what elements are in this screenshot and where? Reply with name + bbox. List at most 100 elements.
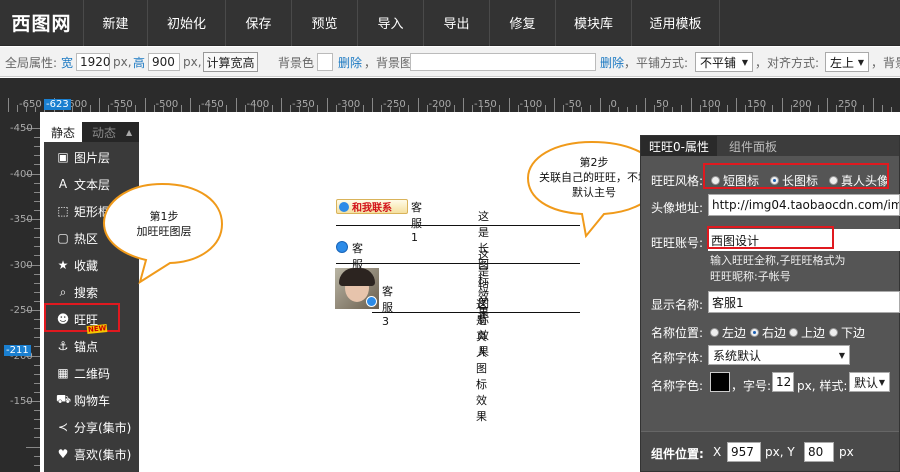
menu-initialize[interactable]: 初始化	[148, 0, 226, 46]
account-highlight-box	[707, 226, 834, 249]
ruler-tick	[34, 146, 40, 148]
radio-top[interactable]: 上边	[789, 324, 825, 341]
ruler-label: -150	[10, 396, 33, 407]
display-name-input[interactable]: 客服1	[708, 291, 900, 313]
ruler-tick	[153, 105, 155, 112]
delete-bg-image-link[interactable]: 删除	[600, 47, 624, 77]
align-select[interactable]: 左上 ▼	[825, 52, 869, 72]
ruler-tick	[590, 105, 592, 112]
align-select-value: 左上	[830, 55, 855, 70]
ruler-tick	[17, 105, 19, 112]
ruler-tick	[408, 105, 410, 112]
layer-item[interactable]: ♥ 喜欢(集市)	[44, 441, 139, 467]
radio-label: 右边	[762, 326, 787, 340]
ruler-label: -300	[337, 99, 361, 110]
menu-save[interactable]: 保存	[226, 0, 292, 46]
ruler-tick	[672, 107, 674, 112]
wangwang-short-icon[interactable]	[336, 241, 348, 253]
menu-preview[interactable]: 预览	[292, 0, 358, 46]
ruler-tick	[681, 105, 683, 112]
tab-component-panel[interactable]: 组件面板	[717, 138, 789, 155]
avatar-photo[interactable]	[335, 268, 379, 309]
ruler-tick	[290, 105, 292, 112]
layer-item[interactable]: ⌕ 搜索	[44, 279, 139, 305]
position-y-input[interactable]: 80	[804, 442, 834, 462]
horizontal-ruler[interactable]: -650 -600 -550 -500 -450 -400 -350 -300 -250 -200…	[0, 78, 900, 112]
top-menu-bar: 西图网 新建 初始化 保存 预览 导入 导出 修复 模块库 适用模板	[0, 0, 900, 46]
ruler-tick	[827, 98, 828, 112]
menu-new[interactable]: 新建	[84, 0, 148, 46]
layer-item-label: 热区	[74, 231, 99, 246]
ruler-tick	[544, 105, 546, 112]
x-unit-label: px, Y	[765, 445, 795, 459]
layer-item-label: 二维码	[74, 366, 111, 381]
ruler-label: 250	[838, 99, 858, 110]
wangwang-highlight-box	[44, 303, 120, 332]
menu-import[interactable]: 导入	[358, 0, 424, 46]
tab-wangwang-properties[interactable]: 旺旺0-属性	[641, 136, 717, 156]
layer-item-label: 分享(集市)	[74, 420, 132, 435]
width-input[interactable]: 1920	[76, 53, 111, 71]
position-x-input[interactable]: 957	[727, 442, 761, 462]
ruler-tick	[34, 209, 40, 211]
avatar-url-input[interactable]: http://img04.taobaocdn.com/im	[708, 194, 900, 216]
tile-select[interactable]: 不平铺 ▼	[695, 52, 753, 72]
layer-item-label: 喜欢(集市)	[74, 447, 132, 462]
bg-color-label: 背景色	[278, 55, 315, 70]
ruler-tick	[317, 105, 319, 112]
layer-item[interactable]: ⛟ 购物车	[44, 387, 139, 413]
ruler-position-marker: -623	[44, 99, 71, 110]
name-color-label: 名称字色:	[651, 379, 704, 393]
font-style-select[interactable]: 默认 ▼	[849, 372, 890, 392]
height-label: 高	[133, 55, 146, 70]
like-icon: ♥	[57, 447, 69, 461]
layer-item[interactable]: ▦ 二维码	[44, 360, 139, 386]
ruler-tick	[34, 191, 40, 193]
radio-right[interactable]: 右边	[750, 324, 786, 341]
name-color-swatch[interactable]	[710, 372, 730, 392]
ruler-tick	[463, 98, 464, 112]
height-input[interactable]: 900	[148, 53, 180, 71]
image-icon: ▣	[57, 150, 69, 164]
layer-item[interactable]: ▣ 图片层	[44, 144, 139, 170]
layer-item[interactable]: ≺ 分享(集市)	[44, 414, 139, 440]
ruler-tick	[34, 137, 40, 139]
ruler-tick	[34, 437, 40, 439]
font-size-input[interactable]: 12	[772, 372, 794, 392]
menu-export[interactable]: 导出	[424, 0, 490, 46]
ruler-tick	[836, 105, 838, 112]
menu-templates[interactable]: 适用模板	[632, 0, 720, 46]
ruler-tick	[645, 98, 646, 112]
calc-size-button[interactable]: 计算宽高	[203, 52, 258, 72]
menu-module-library[interactable]: 模块库	[556, 0, 632, 46]
ruler-tick	[499, 105, 501, 112]
ruler-tick	[863, 105, 865, 112]
font-select-value: 系统默认	[713, 348, 762, 363]
ruler-tick	[417, 98, 419, 112]
ruler-tick	[381, 105, 383, 112]
ruler-tick	[554, 98, 555, 112]
ruler-tick	[34, 419, 40, 421]
ruler-tick	[872, 98, 874, 112]
radio-selected-icon	[750, 328, 759, 337]
bg-color-swatch[interactable]	[317, 53, 333, 71]
collapse-arrow-icon[interactable]: ▲	[126, 128, 139, 137]
bg-image-input[interactable]	[410, 53, 596, 71]
ruler-tick	[190, 98, 191, 112]
name-font-select[interactable]: 系统默认 ▼	[708, 345, 850, 365]
ruler-tick	[726, 105, 728, 112]
ruler-tick	[34, 155, 40, 157]
font-style-label: px, 样式:	[797, 379, 848, 393]
radio-bottom[interactable]: 下边	[829, 324, 865, 341]
cart-icon: ⛟	[56, 392, 72, 406]
layer-item[interactable]: ⚓ 锚点	[44, 333, 139, 359]
ruler-label: -300	[10, 259, 33, 271]
tab-static[interactable]: 静态	[44, 122, 82, 142]
contact-me-button[interactable]: 和我联系	[336, 199, 408, 214]
delete-bg-color-link[interactable]: 删除	[338, 47, 362, 77]
vertical-ruler[interactable]: -450 -400 -350 -300 -250 -200 -150 -211	[0, 112, 40, 472]
radio-left[interactable]: 左边	[710, 324, 746, 341]
ruler-tick	[517, 105, 519, 112]
menu-repair[interactable]: 修复	[490, 0, 556, 46]
tab-dynamic[interactable]: 动态	[82, 124, 126, 141]
